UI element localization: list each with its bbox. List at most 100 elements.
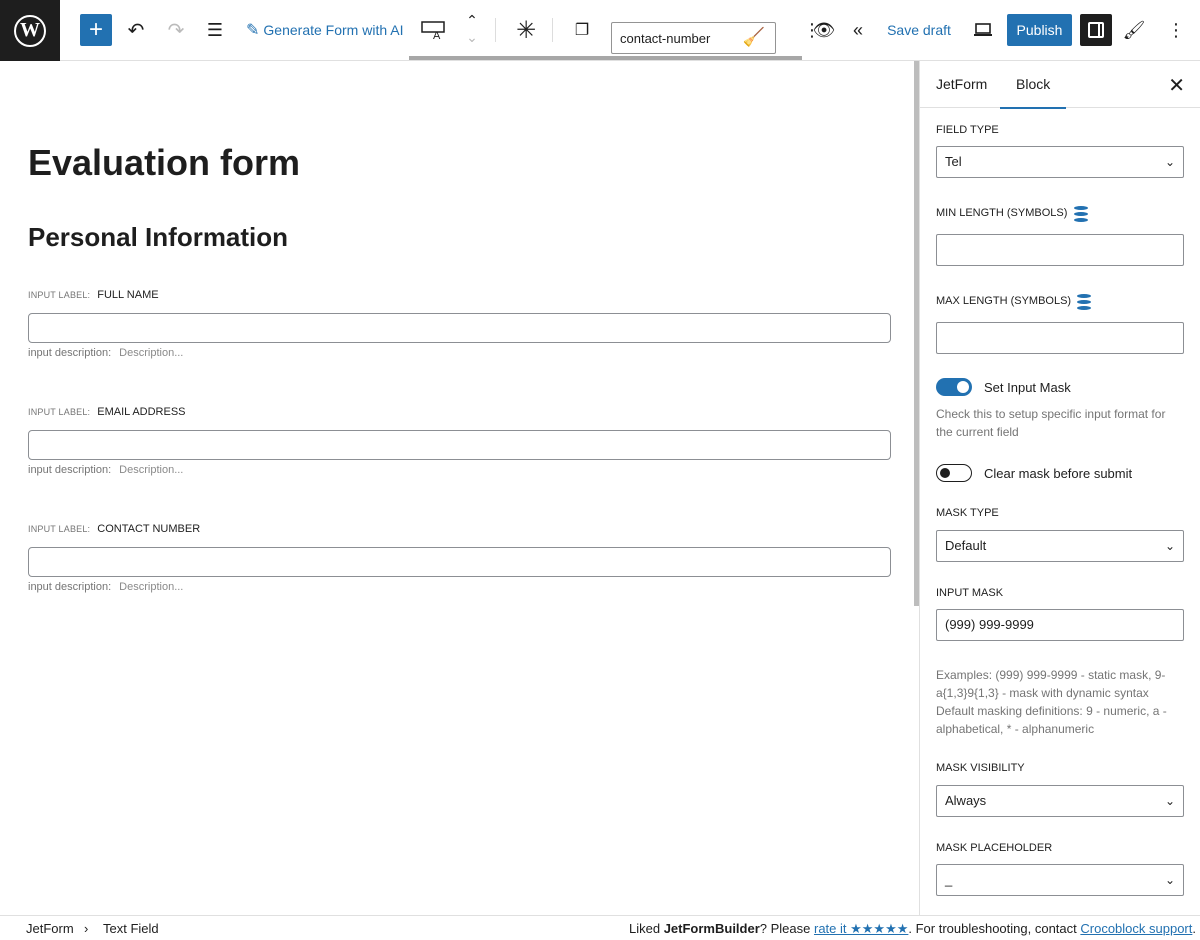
breadcrumb-root[interactable]: JetForm — [26, 921, 74, 936]
chevron-down-icon: ⌄ — [1164, 794, 1175, 808]
text-field-block[interactable]: INPUT LABEL: EMAIL ADDRESS input descrip… — [28, 406, 891, 476]
rate-it-link[interactable]: rate it ★★★★★ — [814, 921, 908, 936]
mask-type-select[interactable]: Default ⌄ — [936, 530, 1184, 562]
chevron-down-icon: ⌄ — [1164, 539, 1175, 553]
text-field-icon: A — [421, 21, 445, 41]
min-length-label: MIN LENGTH (SYMBOLS) — [936, 207, 1068, 219]
clear-mask-label: Clear mask before submit — [984, 466, 1133, 481]
styles-button[interactable]: 🖌 — [1118, 14, 1150, 46]
close-icon: ✕ — [1168, 75, 1185, 97]
field-description-row: input description: Description... — [28, 581, 891, 593]
dynamic-value-icon[interactable] — [1074, 206, 1088, 222]
preview-eye-button[interactable]: 👁 — [808, 14, 840, 46]
field-label[interactable]: FULL NAME — [97, 289, 158, 301]
max-length-input[interactable] — [936, 322, 1184, 354]
text-field-block[interactable]: INPUT LABEL: FULL NAME input description… — [28, 289, 891, 359]
copy-button[interactable]: ❐ — [566, 14, 598, 46]
redo-icon: ↷ — [167, 19, 185, 42]
publish-button[interactable]: Publish — [1007, 14, 1072, 46]
field-description[interactable]: Description... — [119, 347, 183, 359]
set-input-mask-label: Set Input Mask — [984, 380, 1071, 395]
block-name-field[interactable]: 🧹 — [611, 22, 776, 54]
field-input-preview[interactable] — [28, 430, 891, 460]
breadcrumb-separator: › — [84, 921, 89, 936]
editor-footer: JetForm › Text Field Liked JetFormBuilde… — [0, 915, 1200, 940]
footer-note-mid: ? Please — [759, 921, 814, 936]
footer-note-mid2: . For troubleshooting, contact — [908, 921, 1081, 936]
close-sidebar-button[interactable]: ✕ — [1168, 73, 1185, 98]
description-prefix: input description: — [28, 581, 112, 593]
save-draft-button[interactable]: Save draft — [885, 14, 953, 46]
breadcrumb-current[interactable]: Text Field — [103, 921, 159, 936]
list-view-icon: ☰ — [206, 19, 224, 40]
double-chevron-left-icon: « — [852, 19, 863, 40]
mask-placeholder-select[interactable]: _ ⌄ — [936, 864, 1184, 896]
field-type-select[interactable]: Tel ⌄ — [936, 146, 1184, 178]
field-label[interactable]: CONTACT NUMBER — [97, 523, 200, 535]
svg-text:A: A — [433, 30, 441, 41]
eye-icon: 👁 — [812, 19, 836, 40]
dynamic-value-icon[interactable] — [1077, 294, 1091, 310]
mask-visibility-select[interactable]: Always ⌄ — [936, 785, 1184, 817]
mask-placeholder-label: MASK PLACEHOLDER — [936, 842, 1053, 854]
clear-mask-toggle[interactable] — [936, 464, 972, 482]
move-up-button[interactable]: ⌃ — [456, 12, 488, 28]
footer-brand: JetFormBuilder — [663, 921, 760, 936]
redo-button[interactable]: ↷ — [160, 14, 192, 46]
collapse-button[interactable]: « — [842, 14, 874, 46]
preview-device-button[interactable] — [967, 14, 999, 46]
label-prefix: INPUT LABEL: — [28, 290, 91, 300]
field-label[interactable]: EMAIL ADDRESS — [97, 406, 185, 418]
move-down-button[interactable]: ⌄ — [456, 28, 488, 45]
field-description[interactable]: Description... — [119, 464, 183, 476]
editor-canvas — [0, 61, 914, 915]
toolbar-divider — [552, 18, 553, 42]
plus-icon: + — [88, 16, 103, 43]
mask-type-value: Default — [945, 538, 987, 553]
input-mask-label: INPUT MASK — [936, 587, 1004, 599]
wordpress-logo-button[interactable]: W — [0, 0, 60, 61]
form-title[interactable]: Evaluation form — [28, 141, 300, 185]
description-prefix: input description: — [28, 464, 112, 476]
text-field-block-selected[interactable]: INPUT LABEL: CONTACT NUMBER input descri… — [28, 523, 891, 593]
field-type-label: FIELD TYPE — [936, 124, 999, 136]
generate-form-ai-button[interactable]: ✎ Generate Form with AI — [246, 14, 403, 46]
field-description-row: input description: Description... — [28, 347, 891, 359]
label-prefix: INPUT LABEL: — [28, 407, 91, 417]
input-mask-input[interactable]: (999) 999-9999 — [936, 609, 1184, 641]
description-prefix: input description: — [28, 347, 112, 359]
settings-sidebar: JetForm Block ✕ FIELD TYPE Tel ⌄ MIN LEN… — [919, 61, 1200, 915]
label-prefix: INPUT LABEL: — [28, 524, 91, 534]
block-type-button[interactable]: A — [417, 14, 451, 46]
tab-jetform[interactable]: JetForm — [936, 61, 987, 108]
mask-visibility-label: MASK VISIBILITY — [936, 762, 1025, 774]
copy-icon: ❐ — [574, 22, 590, 39]
footer-note-end: . — [1192, 921, 1196, 936]
min-length-input[interactable] — [936, 234, 1184, 266]
undo-button[interactable]: ↶ — [120, 14, 152, 46]
broom-icon[interactable]: 🧹 — [743, 27, 765, 48]
section-heading[interactable]: Personal Information — [28, 220, 288, 254]
tab-block[interactable]: Block — [1000, 61, 1067, 109]
required-toggle-button[interactable]: ✳ — [510, 14, 542, 46]
set-input-mask-toggle[interactable] — [936, 378, 972, 396]
chevron-down-icon: ⌄ — [1164, 873, 1175, 887]
block-name-input[interactable] — [612, 23, 732, 53]
laptop-icon — [974, 23, 992, 36]
chevron-down-icon: ⌄ — [466, 28, 478, 45]
crocoblock-support-link[interactable]: Crocoblock support — [1080, 921, 1192, 936]
toolbar-scroll-indicator — [409, 56, 802, 60]
field-input-preview[interactable] — [28, 547, 891, 577]
mask-type-label: MASK TYPE — [936, 507, 999, 519]
editor-toolbar: W + ↶ ↷ ☰ ✎ Generate Form with AI A ⌃ ⌄ … — [0, 0, 1200, 61]
document-overview-button[interactable]: ☰ — [199, 14, 231, 46]
footer-note: Liked JetFormBuilder? Please rate it ★★★… — [629, 921, 1196, 937]
set-input-mask-help: Check this to setup specific input forma… — [936, 407, 1166, 439]
asterisk-icon: ✳ — [515, 16, 537, 44]
field-input-preview[interactable] — [28, 313, 891, 343]
add-block-button[interactable]: + — [80, 14, 112, 46]
vertical-ellipsis-icon: ⋮ — [1167, 19, 1185, 40]
settings-toggle-button[interactable] — [1080, 14, 1112, 46]
field-description[interactable]: Description... — [119, 581, 183, 593]
options-menu-button[interactable]: ⋮ — [1160, 14, 1192, 46]
